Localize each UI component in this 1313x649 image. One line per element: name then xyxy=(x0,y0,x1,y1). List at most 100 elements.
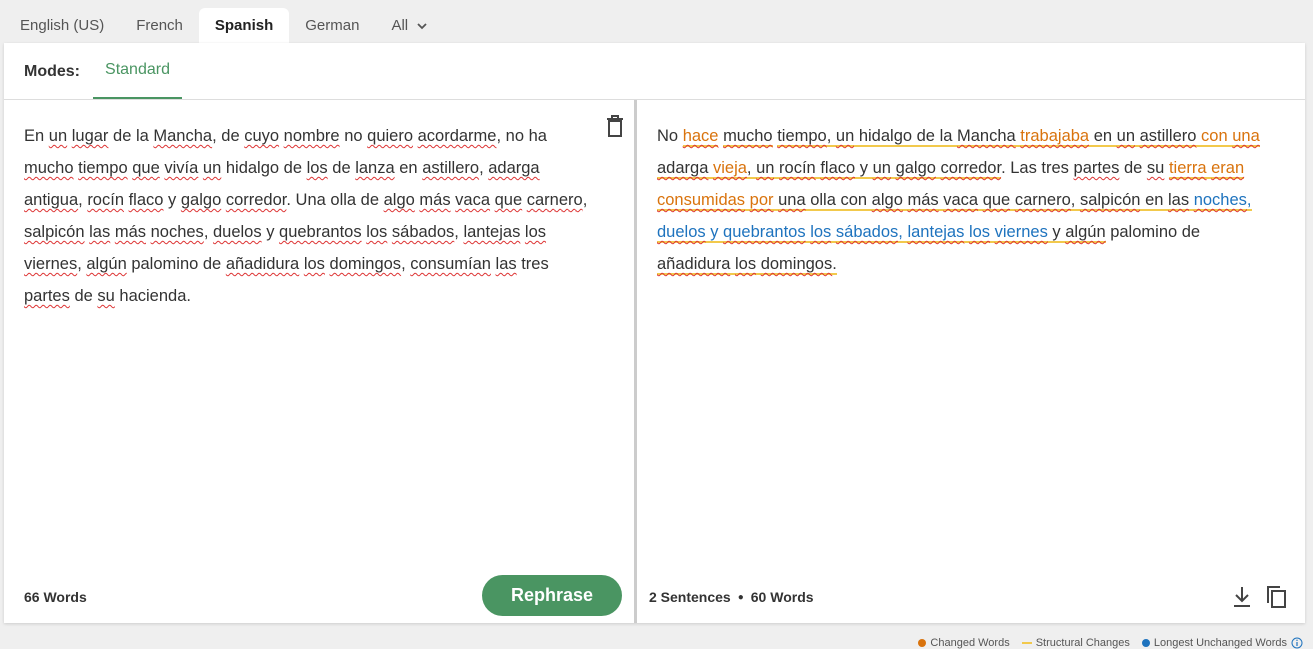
input-word: vivía xyxy=(164,159,199,177)
legend-longest: Longest Unchanged Words xyxy=(1141,637,1303,649)
tab-english-us[interactable]: English (US) xyxy=(4,8,120,43)
input-word: vaca xyxy=(455,191,491,209)
changed-word: hace xyxy=(682,127,719,147)
copy-icon[interactable] xyxy=(1265,585,1287,609)
trash-icon[interactable] xyxy=(604,114,626,138)
input-word: tiempo xyxy=(78,159,128,177)
changed-word: eran xyxy=(1211,159,1245,179)
input-word: algún xyxy=(86,255,127,273)
output-text-fragment: astillero xyxy=(1139,127,1197,147)
legend: Changed Words Structural Changes Longest… xyxy=(918,637,1303,649)
input-word: galgo xyxy=(180,191,222,209)
output-text-fragment: rocín xyxy=(779,159,816,179)
input-text-fragment: , de xyxy=(212,127,245,145)
input-word: rocín xyxy=(87,191,124,209)
output-text-fragment: en xyxy=(1140,191,1169,211)
output-text[interactable]: No hace mucho tiempo, un hidalgo de la M… xyxy=(657,120,1282,280)
rephrase-button[interactable]: Rephrase xyxy=(482,575,622,616)
output-text-fragment: un xyxy=(835,127,855,147)
info-icon[interactable] xyxy=(1291,637,1303,649)
download-icon[interactable] xyxy=(1231,585,1253,609)
changed-word: por xyxy=(749,191,774,211)
input-word: cuyo xyxy=(244,127,280,145)
input-text-fragment: . Una olla de xyxy=(286,191,384,209)
changed-word: tierra xyxy=(1168,159,1207,179)
output-text-fragment xyxy=(935,159,941,179)
input-text-fragment: En xyxy=(24,127,45,145)
output-text-fragment: más xyxy=(907,191,939,211)
legend-longest-label: Longest Unchanged Words xyxy=(1153,637,1287,649)
input-word: añadidura xyxy=(225,255,300,273)
input-word: quiero xyxy=(367,127,414,145)
changed-word: vieja xyxy=(712,159,747,179)
input-word: un xyxy=(48,127,68,145)
input-word: astillero xyxy=(422,159,480,177)
input-word: un xyxy=(202,159,222,177)
tab-german[interactable]: German xyxy=(289,8,375,43)
changed-dot-icon xyxy=(918,639,927,647)
output-text-fragment: una xyxy=(778,191,806,211)
mode-standard-tab[interactable]: Standard xyxy=(93,43,182,99)
output-text-fragment: de xyxy=(1119,159,1147,177)
input-word: duelos xyxy=(212,223,262,241)
tab-all[interactable]: All xyxy=(375,8,444,43)
output-text-fragment: adarga xyxy=(657,159,709,179)
output-text-fragment: que xyxy=(982,191,1011,211)
output-word-count: 60 Words xyxy=(750,589,814,605)
output-text-fragment: galgo xyxy=(895,159,936,179)
input-text-fragment: y xyxy=(163,191,181,209)
tab-spanish[interactable]: Spanish xyxy=(198,8,290,43)
changed-word: con xyxy=(1196,127,1233,147)
output-text-fragment: hidalgo de la xyxy=(854,127,957,147)
language-tabs: English (US) French Spanish German All xyxy=(4,8,444,43)
output-text-fragment: un xyxy=(1116,127,1135,147)
output-text-fragment xyxy=(756,255,761,275)
output-text-fragment: corredor xyxy=(940,159,1002,179)
output-text-fragment: algún xyxy=(1065,223,1106,243)
input-text-fragment: hacienda. xyxy=(114,287,191,305)
input-text-fragment: en xyxy=(394,159,423,177)
input-word-count: 66 Words xyxy=(24,589,87,605)
input-text-fragment: de la xyxy=(108,127,154,145)
input-word: los xyxy=(366,223,388,241)
tab-french[interactable]: French xyxy=(120,8,199,43)
unchanged-word: quebrantos xyxy=(723,223,806,243)
unchanged-word: duelos xyxy=(657,223,706,243)
input-text-fragment: , xyxy=(203,223,213,241)
input-word: consumían xyxy=(410,255,491,273)
input-text-fragment: hidalgo de xyxy=(221,159,307,177)
output-text-fragment: los xyxy=(735,255,757,275)
input-text-fragment: palomino de xyxy=(126,255,226,273)
output-text-fragment: . xyxy=(832,255,837,275)
output-text-fragment: , xyxy=(746,159,757,179)
output-text-fragment: , xyxy=(826,127,836,147)
input-word: partes xyxy=(24,287,70,305)
input-word: los xyxy=(303,255,325,273)
unchanged-word xyxy=(990,223,995,243)
legend-changed-label: Changed Words xyxy=(930,637,1010,649)
input-word: más xyxy=(419,191,451,209)
output-text-fragment: en xyxy=(1089,127,1117,147)
legend-structural: Structural Changes xyxy=(1021,637,1130,649)
input-text-fragment: , xyxy=(401,255,411,273)
input-text[interactable]: En un lugar de la Mancha, de cuyo nombre… xyxy=(24,120,599,312)
unchanged-word: noches xyxy=(1193,191,1247,211)
output-text-fragment: añadidura xyxy=(657,255,731,275)
output-text-fragment xyxy=(890,159,896,179)
unchanged-word: lantejas xyxy=(907,223,965,243)
input-word: lugar xyxy=(71,127,109,145)
input-text-fragment: de xyxy=(327,159,356,177)
longest-dot-icon xyxy=(1141,639,1150,647)
input-word: lanza xyxy=(355,159,395,177)
input-word: domingos xyxy=(329,255,402,273)
structural-line-icon xyxy=(1021,642,1032,644)
output-pane: No hace mucho tiempo, un hidalgo de la M… xyxy=(640,100,1305,623)
output-stats: 2 Sentences ● 60 Words xyxy=(649,589,814,605)
input-text-fragment: , no ha xyxy=(496,127,547,145)
output-text-fragment xyxy=(978,191,983,211)
unchanged-word: , xyxy=(1246,191,1252,211)
input-pane[interactable]: En un lugar de la Mancha, de cuyo nombre… xyxy=(4,100,637,623)
output-text-fragment: vaca xyxy=(943,191,979,211)
unchanged-word: los xyxy=(968,223,991,243)
input-word: acordarme xyxy=(417,127,497,145)
